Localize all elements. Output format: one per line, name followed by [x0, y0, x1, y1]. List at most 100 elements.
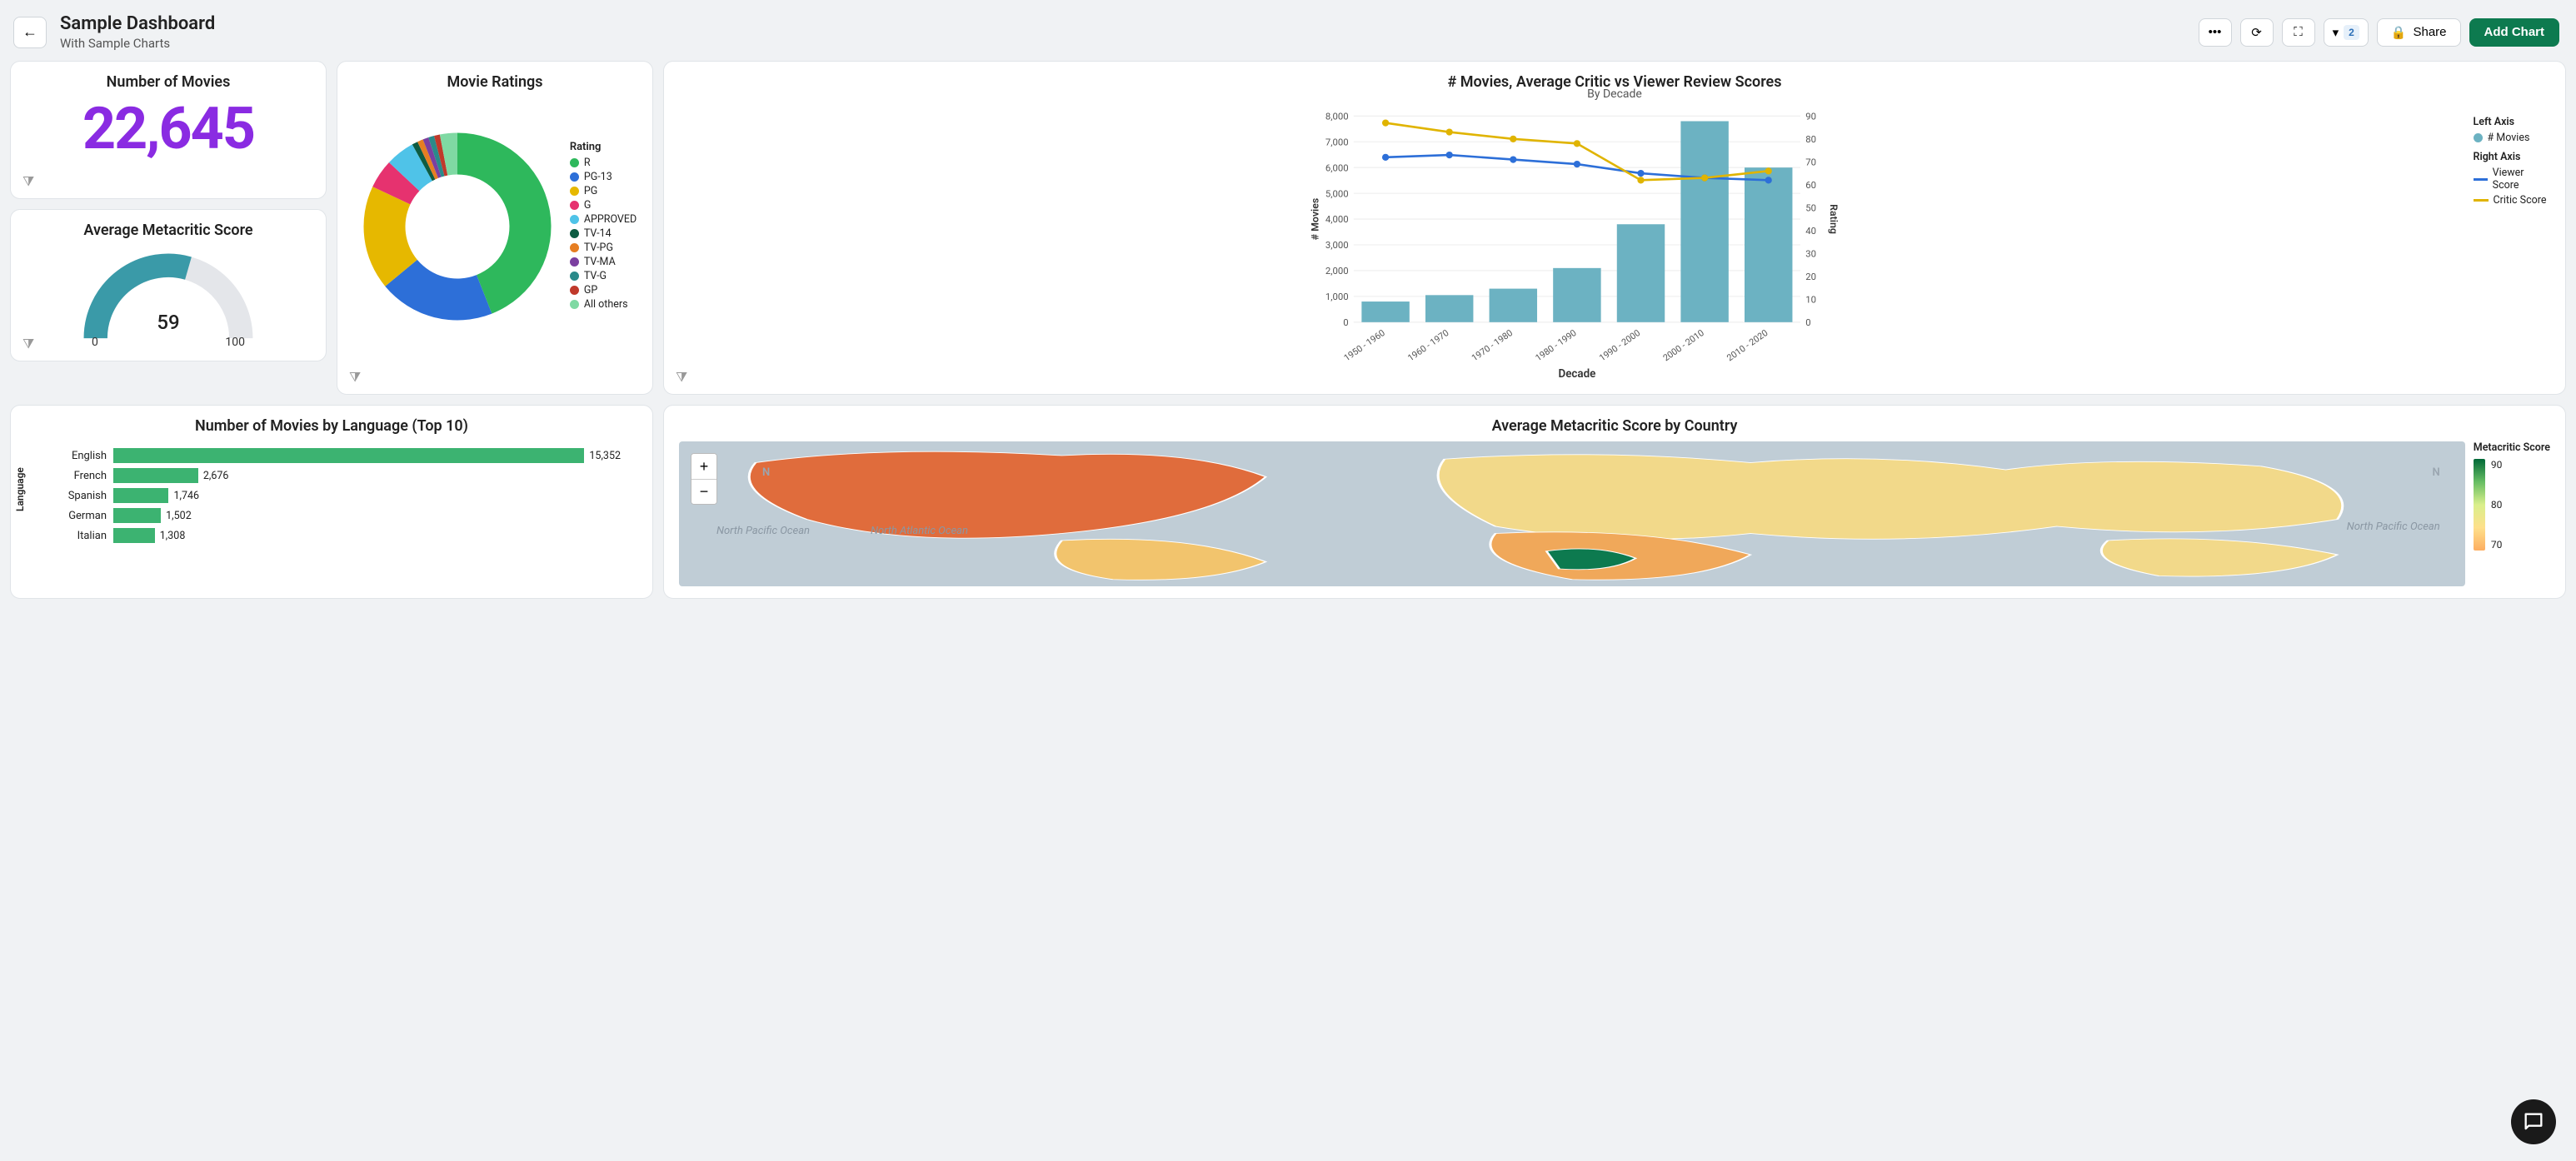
map-title: Average Metacritic Score by Country	[679, 417, 2550, 435]
legend-item[interactable]: TV-G	[570, 270, 637, 282]
refresh-button[interactable]: ⟳	[2240, 18, 2274, 47]
combo-card: # Movies, Average Critic vs Viewer Revie…	[663, 61, 2566, 395]
hbar-fill[interactable]	[113, 528, 155, 543]
left-axis-header: Left Axis	[2474, 116, 2551, 128]
data-point[interactable]	[1765, 177, 1772, 183]
hbar-value: 1,502	[166, 510, 192, 522]
svg-text:1970 - 1980: 1970 - 1980	[1470, 327, 1515, 363]
hbar-ylabel: Language	[14, 467, 26, 511]
map-legend: Metacritic Score 90 80 70	[2474, 441, 2550, 586]
share-label: Share	[2413, 25, 2446, 39]
right-axis-header: Right Axis	[2474, 151, 2551, 163]
hbar-label: English	[51, 450, 113, 462]
share-button[interactable]: 🔒 Share	[2377, 18, 2461, 47]
gauge-card: Average Metacritic Score 59 0 100 ⧩	[10, 209, 327, 361]
data-point[interactable]	[1765, 167, 1772, 174]
legend-item[interactable]: TV-14	[570, 227, 637, 240]
legend-item[interactable]: PG-13	[570, 171, 637, 183]
more-button[interactable]: •••	[2199, 18, 2232, 47]
legend-item[interactable]: G	[570, 199, 637, 212]
svg-text:1990 - 2000: 1990 - 2000	[1597, 327, 1642, 363]
funnel-icon[interactable]: ⧩	[349, 369, 361, 386]
funnel-icon[interactable]: ⧩	[676, 369, 687, 386]
gauge-min: 0	[92, 336, 98, 349]
add-chart-button[interactable]: Add Chart	[2469, 18, 2560, 47]
legend-item[interactable]: All others	[570, 298, 637, 311]
data-point[interactable]	[1446, 152, 1453, 158]
data-point[interactable]	[1510, 156, 1516, 162]
arrow-left-icon: ←	[22, 23, 37, 41]
legend-item[interactable]: TV-MA	[570, 256, 637, 268]
expand-icon: ⛶	[2294, 25, 2303, 39]
svg-text:80: 80	[1805, 133, 1816, 145]
zoom-in-button[interactable]: +	[691, 454, 716, 479]
hbar-title: Number of Movies by Language (Top 10)	[26, 417, 637, 435]
data-point[interactable]	[1382, 154, 1389, 161]
funnel-icon[interactable]: ⧩	[22, 173, 34, 190]
legend-item[interactable]: R	[570, 157, 637, 169]
hbar-value: 1,308	[160, 530, 186, 542]
bar[interactable]	[1680, 122, 1728, 322]
legend-label: R	[584, 157, 591, 169]
svg-text:7,000: 7,000	[1325, 136, 1349, 147]
swatch-icon	[570, 158, 579, 167]
gradient-bar	[2474, 459, 2485, 551]
bar[interactable]	[1617, 224, 1665, 322]
hbar-fill[interactable]	[113, 468, 198, 483]
data-point[interactable]	[1446, 128, 1453, 135]
map-zoom-control: + −	[691, 453, 717, 505]
hbar-fill[interactable]	[113, 508, 161, 523]
hbar-label: French	[51, 470, 113, 482]
zoom-out-button[interactable]: −	[691, 479, 716, 504]
world-map[interactable]: + − North Pacific Ocean North Atlantic O…	[679, 441, 2465, 586]
legend-label: TV-G	[584, 270, 607, 282]
svg-text:2000 - 2010: 2000 - 2010	[1661, 327, 1706, 363]
bar[interactable]	[1745, 167, 1792, 322]
funnel-icon: ▾	[2333, 25, 2339, 40]
donut-title: Movie Ratings	[352, 73, 637, 91]
bar[interactable]	[1490, 289, 1537, 322]
data-point[interactable]	[1574, 140, 1580, 147]
data-point[interactable]	[1574, 161, 1580, 167]
hbar-fill[interactable]	[113, 488, 168, 503]
hbar-chart: English 15,352 French 2,676 Spanish 1,74…	[26, 441, 637, 543]
svg-text:# Movies: # Movies	[1310, 198, 1322, 241]
donut-chart	[353, 106, 562, 347]
legend-label: PG	[584, 185, 597, 197]
row-2: Number of Movies by Language (Top 10) La…	[10, 405, 2566, 599]
legend-item[interactable]: GP	[570, 284, 637, 296]
legend-item[interactable]: PG	[570, 185, 637, 197]
chat-launcher[interactable]	[2511, 1099, 2556, 1144]
kpi-value: 22,645	[26, 97, 311, 162]
legend-tick: 70	[2491, 539, 2503, 551]
funnel-icon[interactable]: ⧩	[22, 336, 34, 352]
bar[interactable]	[1553, 268, 1600, 322]
svg-text:Decade: Decade	[1558, 368, 1595, 381]
page-subtitle: With Sample Charts	[60, 36, 215, 51]
swatch-icon	[570, 187, 579, 196]
filter-count-badge: 2	[2344, 25, 2359, 40]
legend-item[interactable]: APPROVED	[570, 213, 637, 226]
svg-text:0: 0	[1343, 316, 1348, 328]
hbar-row: German 1,502	[51, 508, 621, 523]
back-button[interactable]: ←	[13, 17, 47, 48]
legend-item[interactable]: TV-PG	[570, 242, 637, 254]
fullscreen-button[interactable]: ⛶	[2282, 18, 2315, 47]
bar[interactable]	[1361, 301, 1409, 322]
data-point[interactable]	[1637, 177, 1644, 183]
svg-text:40: 40	[1805, 225, 1816, 237]
hbar-row: Spanish 1,746	[51, 488, 621, 503]
data-point[interactable]	[1382, 119, 1389, 126]
header-left: ← Sample Dashboard With Sample Charts	[13, 13, 215, 51]
legend-viewer: Viewer Score	[2493, 167, 2550, 192]
legend-tick: 90	[2491, 459, 2503, 471]
data-point[interactable]	[1637, 170, 1644, 177]
bar[interactable]	[1425, 295, 1473, 321]
data-point[interactable]	[1510, 136, 1516, 142]
svg-text:1980 - 1990: 1980 - 1990	[1534, 327, 1579, 363]
filter-button[interactable]: ▾ 2	[2324, 18, 2369, 47]
svg-text:8,000: 8,000	[1325, 110, 1349, 122]
legend-title: Rating	[570, 141, 637, 153]
hbar-fill[interactable]	[113, 448, 584, 463]
data-point[interactable]	[1701, 174, 1708, 181]
